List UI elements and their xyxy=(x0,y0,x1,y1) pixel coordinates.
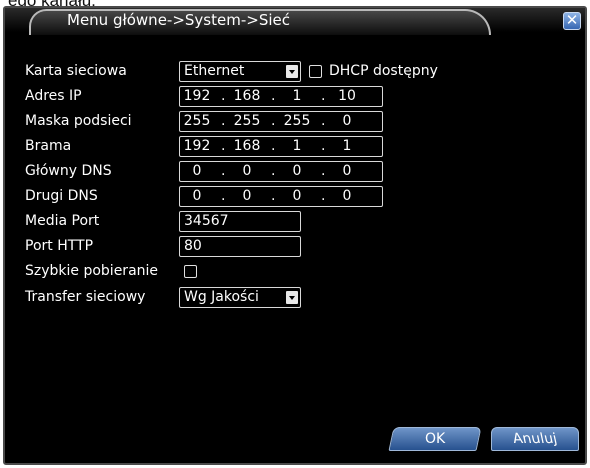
close-icon[interactable]: ✕ xyxy=(563,12,581,30)
cancel-button-label: Anuluj xyxy=(511,431,559,447)
row-media-port: Media Port 34567 xyxy=(5,211,585,233)
row-primary-dns: Główny DNS 0 . 0 . 0 . 0 xyxy=(5,161,585,183)
subnet-octet[interactable]: 255 xyxy=(282,113,312,129)
fast-download-label: Szybkie pobieranie xyxy=(25,263,159,279)
subnet-separator: . xyxy=(221,113,226,129)
network-settings-window: Menu główne->System->Sieć ✕ Karta siecio… xyxy=(3,6,587,465)
title-bar: Menu główne->System->Sieć ✕ xyxy=(5,8,585,35)
chevron-down-icon[interactable] xyxy=(286,291,298,304)
row-network-card: Karta sieciowa Ethernet DHCP dostępny xyxy=(5,61,585,83)
dhcp-checkbox[interactable] xyxy=(309,65,322,78)
media-port-label: Media Port xyxy=(25,213,100,229)
secondary-dns-field[interactable]: 0 . 0 . 0 . 0 xyxy=(179,186,383,207)
secondary-dns-label: Drugi DNS xyxy=(25,188,98,204)
dns-separator: . xyxy=(271,163,276,179)
gateway-separator: . xyxy=(271,138,276,154)
fast-download-checkbox[interactable] xyxy=(184,265,197,278)
row-network-transfer: Transfer sieciowy Wg Jakości xyxy=(5,287,585,309)
subnet-octet[interactable]: 0 xyxy=(332,113,362,129)
ip-separator: . xyxy=(221,88,226,104)
subnet-octet[interactable]: 255 xyxy=(182,113,212,129)
gateway-octet[interactable]: 1 xyxy=(282,138,312,154)
ip-octet[interactable]: 1 xyxy=(282,88,312,104)
dns-octet[interactable]: 0 xyxy=(332,188,362,204)
primary-dns-field[interactable]: 0 . 0 . 0 . 0 xyxy=(179,161,383,182)
row-ip-address: Adres IP 192 . 168 . 1 . 10 xyxy=(5,86,585,108)
gateway-label: Brama xyxy=(25,138,72,154)
row-http-port: Port HTTP 80 xyxy=(5,236,585,258)
gateway-separator: . xyxy=(221,138,226,154)
dns-separator: . xyxy=(221,188,226,204)
ip-octet[interactable]: 192 xyxy=(182,88,212,104)
ok-button[interactable]: OK xyxy=(388,427,482,451)
gateway-octet[interactable]: 1 xyxy=(332,138,362,154)
ok-button-label: OK xyxy=(424,431,446,447)
network-card-label: Karta sieciowa xyxy=(25,63,127,79)
subnet-octet[interactable]: 255 xyxy=(232,113,262,129)
subnet-mask-label: Maska podsieci xyxy=(25,113,132,129)
primary-dns-label: Główny DNS xyxy=(25,163,112,179)
row-gateway: Brama 192 . 168 . 1 . 1 xyxy=(5,136,585,158)
network-transfer-select[interactable]: Wg Jakości xyxy=(179,287,301,308)
dns-octet[interactable]: 0 xyxy=(232,188,262,204)
dns-octet[interactable]: 0 xyxy=(232,163,262,179)
media-port-input[interactable]: 34567 xyxy=(179,211,301,232)
dns-octet[interactable]: 0 xyxy=(282,188,312,204)
http-port-label: Port HTTP xyxy=(25,238,94,254)
dns-separator: . xyxy=(271,188,276,204)
cancel-button[interactable]: Anuluj xyxy=(491,427,579,451)
dhcp-label: DHCP dostępny xyxy=(329,63,438,79)
gateway-separator: . xyxy=(321,138,326,154)
ip-separator: . xyxy=(271,88,276,104)
media-port-value: 34567 xyxy=(184,213,229,229)
gateway-octet[interactable]: 168 xyxy=(232,138,262,154)
http-port-input[interactable]: 80 xyxy=(179,236,301,257)
ip-octet[interactable]: 10 xyxy=(332,88,362,104)
network-transfer-label: Transfer sieciowy xyxy=(25,289,146,305)
gateway-octet[interactable]: 192 xyxy=(182,138,212,154)
row-secondary-dns: Drugi DNS 0 . 0 . 0 . 0 xyxy=(5,186,585,208)
dns-separator: . xyxy=(321,163,326,179)
ip-address-field[interactable]: 192 . 168 . 1 . 10 xyxy=(179,86,383,107)
dns-octet[interactable]: 0 xyxy=(182,163,212,179)
row-subnet-mask: Maska podsieci 255 . 255 . 255 . 0 xyxy=(5,111,585,133)
network-card-value: Ethernet xyxy=(184,63,245,79)
dns-separator: . xyxy=(321,188,326,204)
window-title: Menu główne->System->Sieć xyxy=(67,11,290,29)
ip-separator: . xyxy=(321,88,326,104)
dns-octet[interactable]: 0 xyxy=(182,188,212,204)
subnet-separator: . xyxy=(321,113,326,129)
subnet-mask-field[interactable]: 255 . 255 . 255 . 0 xyxy=(179,111,383,132)
ip-octet[interactable]: 168 xyxy=(232,88,262,104)
network-transfer-value: Wg Jakości xyxy=(184,289,259,305)
dns-octet[interactable]: 0 xyxy=(282,163,312,179)
dns-octet[interactable]: 0 xyxy=(332,163,362,179)
ip-address-label: Adres IP xyxy=(25,88,82,104)
chevron-down-icon[interactable] xyxy=(286,65,298,78)
subnet-separator: . xyxy=(271,113,276,129)
http-port-value: 80 xyxy=(184,238,202,254)
dns-separator: . xyxy=(221,163,226,179)
network-card-select[interactable]: Ethernet xyxy=(179,61,301,82)
gateway-field[interactable]: 192 . 168 . 1 . 1 xyxy=(179,136,383,157)
row-fast-download: Szybkie pobieranie xyxy=(5,261,585,283)
